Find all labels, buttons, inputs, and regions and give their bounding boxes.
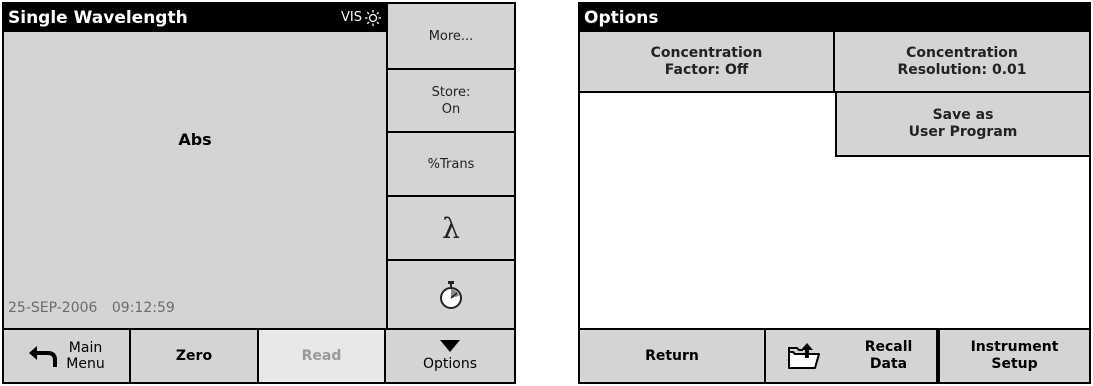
screen-title: Single Wavelength	[8, 8, 188, 28]
zero-button[interactable]: Zero	[131, 330, 259, 382]
concentration-resolution-button[interactable]: Concentration Resolution: 0.01	[835, 32, 1089, 93]
zero-label: Zero	[175, 348, 213, 364]
options-button[interactable]: Options	[386, 330, 514, 382]
trans-button[interactable]: %Trans	[386, 133, 514, 197]
main-menu-label-line1: Main	[68, 340, 103, 356]
title-bar: Options	[580, 4, 1089, 32]
return-label: Return	[645, 348, 699, 364]
wavelength-button[interactable]: λ	[386, 197, 514, 261]
lamp-source-label: VIS	[341, 10, 362, 25]
screen-title: Options	[584, 8, 659, 28]
date-label: 25-SEP-2006	[8, 300, 98, 316]
export-button[interactable]	[766, 330, 841, 382]
time-label: 09:12:59	[111, 300, 175, 316]
lamp-indicator: VIS	[341, 4, 382, 32]
instrument-line2: Setup	[991, 356, 1038, 372]
main-menu-label-line2: Menu	[66, 356, 105, 372]
store-value: On	[441, 101, 461, 117]
save-user-program-button[interactable]: Save as User Program	[835, 93, 1089, 157]
bottom-bar: Return Recall Data Instrument Setup	[580, 328, 1089, 382]
bottom-bar: Main Menu Zero Read Options	[4, 328, 514, 382]
return-button[interactable]: Return	[580, 330, 766, 382]
single-wavelength-screen: Single Wavelength VIS Abs 25-SEP-2006 09…	[2, 2, 516, 384]
read-button[interactable]: Read	[259, 330, 386, 382]
main-menu-button[interactable]: Main Menu	[4, 330, 131, 382]
concentration-resolution-line2: Resolution: 0.01	[897, 61, 1027, 78]
lambda-label: λ	[442, 211, 460, 245]
measurement-area: Abs 25-SEP-2006 09:12:59	[4, 32, 386, 330]
folder-export-icon	[787, 343, 820, 369]
recall-line1: Recall	[864, 339, 913, 355]
save-line1: Save as	[932, 107, 994, 123]
store-label: Store:	[431, 84, 471, 100]
read-label: Read	[301, 348, 342, 364]
concentration-factor-line2: Factor: Off	[664, 61, 749, 78]
concentration-resolution-line1: Concentration	[906, 44, 1018, 61]
unit-label: Abs	[178, 130, 212, 149]
options-label: Options	[422, 356, 478, 372]
triangle-down-icon	[440, 340, 460, 352]
more-button[interactable]: More...	[386, 4, 514, 70]
sun-icon	[365, 10, 381, 26]
recall-line2: Data	[869, 356, 908, 372]
instrument-setup-button[interactable]: Instrument Setup	[938, 330, 1089, 382]
options-screen: Options Concentration Factor: Off Concen…	[578, 2, 1091, 384]
store-button[interactable]: Store: On	[386, 70, 514, 133]
more-label: More...	[428, 28, 474, 44]
recall-data-button[interactable]: Recall Data	[841, 330, 938, 382]
instrument-line1: Instrument	[970, 339, 1059, 355]
date-time: 25-SEP-2006 09:12:59	[8, 300, 175, 316]
save-line2: User Program	[908, 124, 1018, 140]
concentration-factor-line1: Concentration	[650, 44, 763, 61]
stopwatch-icon	[440, 280, 462, 309]
title-bar: Single Wavelength VIS	[4, 4, 386, 32]
timer-button[interactable]	[386, 261, 514, 330]
return-arrow-icon	[29, 346, 58, 367]
concentration-factor-button[interactable]: Concentration Factor: Off	[580, 32, 835, 93]
trans-label: %Trans	[427, 156, 475, 172]
